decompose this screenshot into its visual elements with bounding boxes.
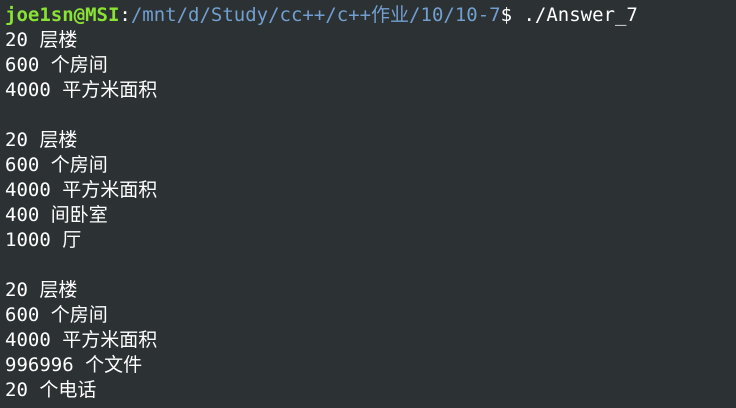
output-line: 20 个电话 xyxy=(5,379,97,401)
terminal-window[interactable]: joe1sn@MSI:/mnt/d/Study/cc++/c++作业/10/10… xyxy=(0,0,736,408)
output-line: 600 个房间 xyxy=(5,304,108,326)
prompt-user-host: joe1sn@MSI xyxy=(5,4,120,26)
output-line: 20 层楼 xyxy=(5,129,78,151)
command-text: ./Answer_7 xyxy=(512,4,638,26)
output-line: 20 层楼 xyxy=(5,29,78,51)
output-line: 400 间卧室 xyxy=(5,204,108,226)
output-line: 1000 厅 xyxy=(5,229,82,251)
prompt-line: joe1sn@MSI:/mnt/d/Study/cc++/c++作业/10/10… xyxy=(5,3,736,28)
output-line: 4000 平方米面积 xyxy=(5,179,158,201)
prompt-colon: : xyxy=(119,4,131,26)
output-line: 996996 个文件 xyxy=(5,354,143,376)
prompt-path: /mnt/d/Study/cc++/c++作业/10/10-7 xyxy=(130,4,501,26)
output-line: 4000 平方米面积 xyxy=(5,329,158,351)
output-line: 600 个房间 xyxy=(5,154,108,176)
output-line: 600 个房间 xyxy=(5,54,108,76)
output-line: 20 层楼 xyxy=(5,279,78,301)
prompt-dollar: $ xyxy=(500,4,513,26)
output-line: 4000 平方米面积 xyxy=(5,79,158,101)
